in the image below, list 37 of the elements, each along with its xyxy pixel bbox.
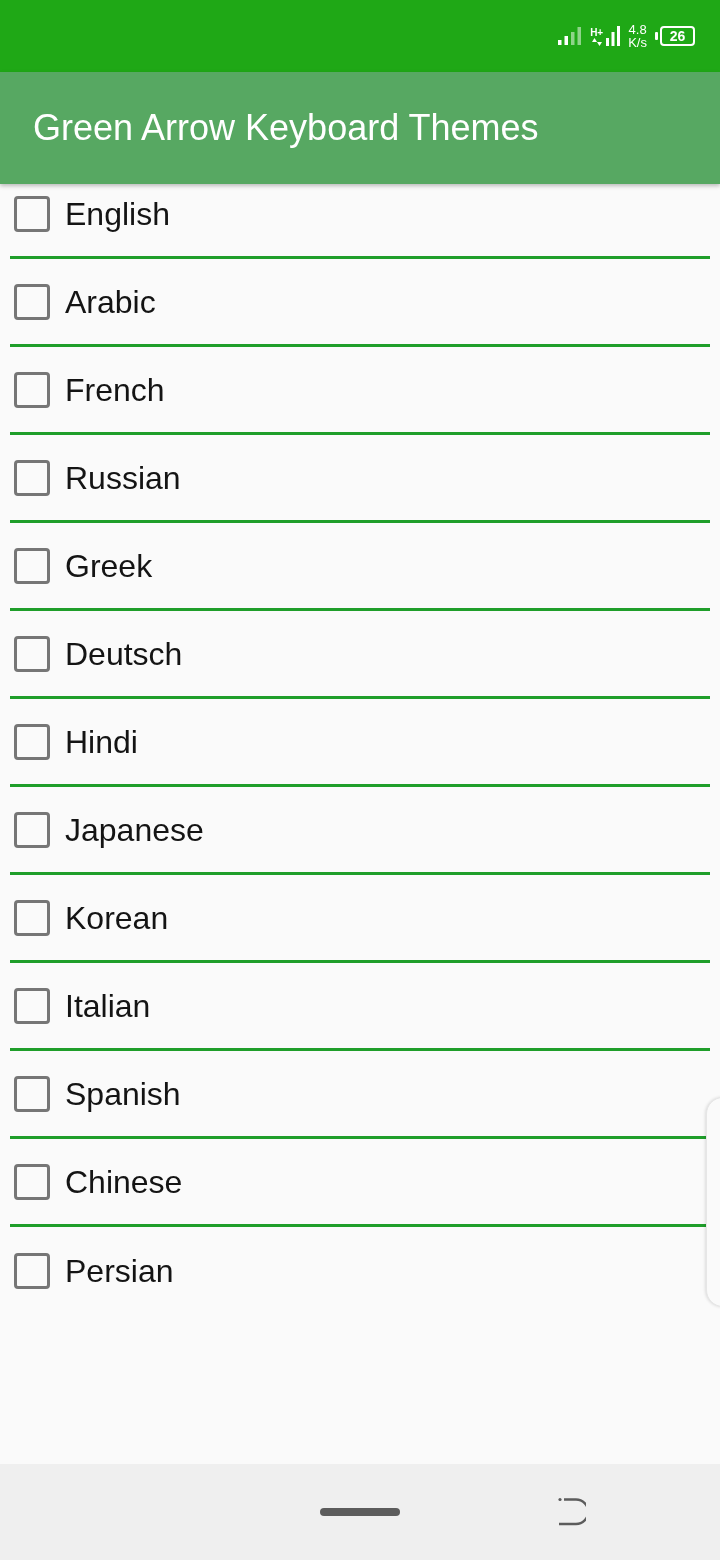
checkbox[interactable]: [14, 1253, 50, 1289]
speed-unit: K/s: [628, 36, 647, 49]
checkbox[interactable]: [14, 195, 50, 232]
language-label: Italian: [65, 989, 151, 1022]
checkbox[interactable]: [14, 547, 50, 584]
language-label: Chinese: [65, 1165, 183, 1198]
checkbox[interactable]: [14, 1163, 50, 1200]
checkbox[interactable]: [14, 371, 50, 408]
language-label: Arabic: [65, 285, 156, 318]
language-label: Korean: [65, 901, 169, 934]
checkbox[interactable]: [14, 987, 50, 1024]
checkbox[interactable]: [14, 723, 50, 760]
signal-icon: [606, 26, 621, 46]
checkbox[interactable]: [14, 459, 50, 496]
language-label: Japanese: [65, 813, 204, 846]
language-label: French: [65, 373, 165, 406]
data-arrows-icon: [591, 38, 602, 46]
speed-value: 4.8: [628, 23, 647, 36]
network-type-label: H+: [590, 28, 604, 38]
home-handle[interactable]: [320, 1508, 400, 1516]
battery-cap-icon: [655, 32, 658, 40]
checkbox[interactable]: [14, 899, 50, 936]
language-label: Greek: [65, 549, 153, 582]
checkbox[interactable]: [14, 811, 50, 848]
language-label: Deutsch: [65, 637, 183, 670]
app-title: Green Arrow Keyboard Themes: [33, 110, 539, 146]
checkbox[interactable]: [14, 283, 50, 320]
language-label: Persian: [65, 1255, 174, 1287]
language-label: Spanish: [65, 1077, 181, 1110]
language-label: English: [65, 197, 170, 230]
battery-level: 26: [660, 26, 695, 46]
language-label: Russian: [65, 461, 181, 494]
checkbox[interactable]: [14, 1075, 50, 1112]
language-label: Hindi: [65, 725, 138, 758]
signal-icon: [558, 27, 583, 45]
checkbox[interactable]: [14, 635, 50, 672]
back-icon[interactable]: [558, 1497, 586, 1527]
